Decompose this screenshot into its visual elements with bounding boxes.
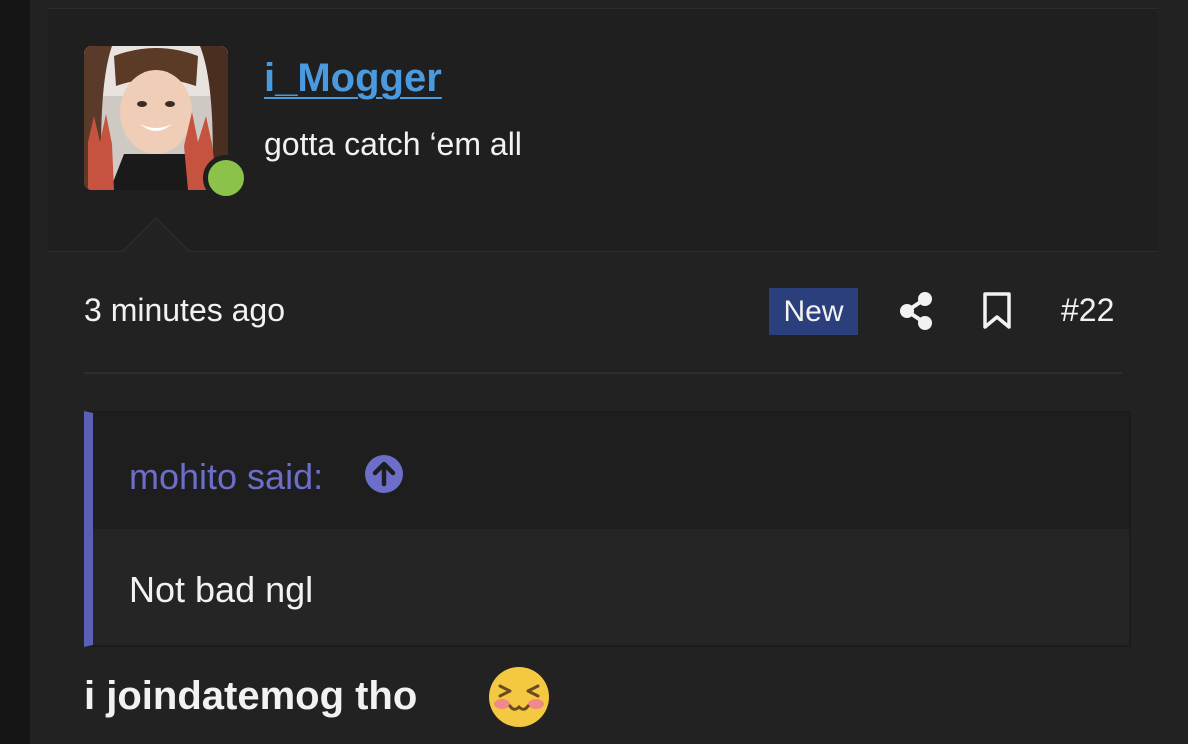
flushed-smile-emoji bbox=[488, 666, 550, 728]
arrow-up-circle-icon[interactable] bbox=[365, 455, 403, 493]
quote-author-link[interactable]: mohito said: bbox=[129, 456, 323, 498]
forum-post: i_Mogger gotta catch ‘em all 3 minutes a… bbox=[30, 0, 1188, 744]
user-title: gotta catch ‘em all bbox=[264, 126, 522, 162]
quote-text: Not bad ngl bbox=[129, 569, 314, 610]
online-status-indicator bbox=[203, 155, 249, 201]
post-timestamp[interactable]: 3 minutes ago bbox=[84, 292, 285, 329]
share-icon[interactable] bbox=[898, 292, 934, 330]
username-link[interactable]: i_Mogger bbox=[264, 56, 442, 101]
quote-block: mohito said: Not bad ngl bbox=[84, 411, 1131, 647]
quote-header: mohito said: bbox=[93, 413, 1129, 529]
post-message: i joindatemog tho bbox=[84, 674, 418, 718]
divider bbox=[84, 372, 1122, 374]
user-block-pointer bbox=[122, 217, 190, 252]
post-number-link[interactable]: #22 bbox=[1061, 292, 1114, 329]
new-badge: New bbox=[769, 288, 858, 335]
bookmark-icon[interactable] bbox=[982, 292, 1012, 330]
